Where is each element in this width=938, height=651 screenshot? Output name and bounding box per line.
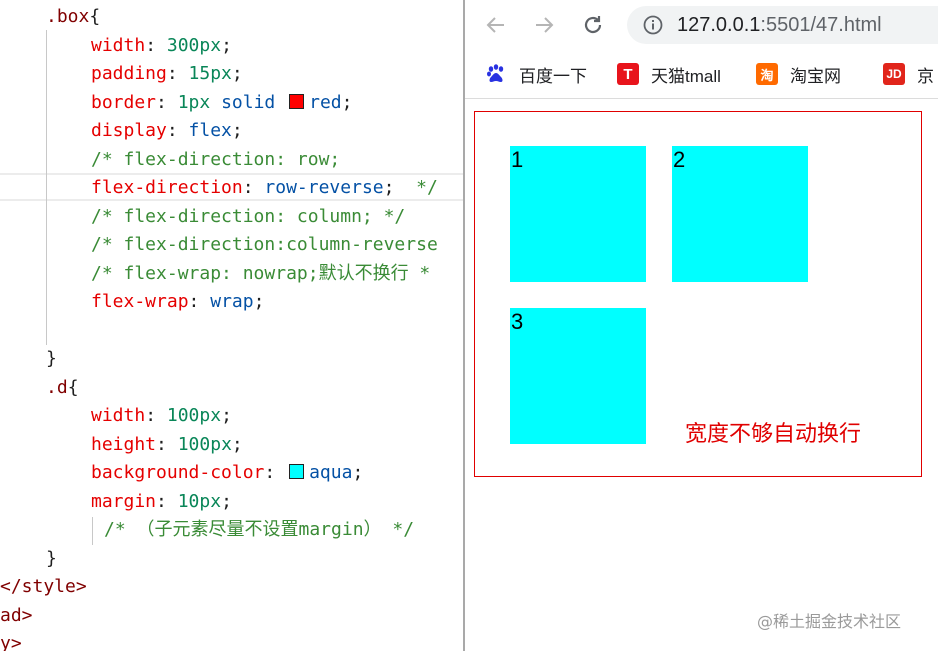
address-bar[interactable]: 127.0.0.1:5501/47.html — [627, 6, 938, 44]
bookmark-tmall[interactable]: T 天猫tmall — [617, 61, 721, 87]
code-line[interactable]: ad> — [0, 602, 33, 630]
code-line[interactable]: background-color: aqua; — [91, 459, 363, 487]
code-line[interactable]: } — [46, 345, 57, 373]
reload-icon[interactable] — [580, 12, 606, 38]
html-tag: </style> — [0, 576, 87, 597]
info-icon[interactable] — [643, 15, 663, 39]
flex-container-box: 1 2 3 宽度不够自动换行 — [474, 111, 922, 477]
code-line[interactable]: /* （子元素尽量不设置margin） */ — [104, 516, 414, 544]
css-value: row-reverse — [264, 177, 384, 198]
baidu-paw-icon — [485, 63, 507, 85]
code-comment: /* flex-direction: row; — [91, 149, 341, 170]
code-comment: /* flex-direction: column; */ — [91, 206, 406, 227]
flex-item: 2 — [672, 146, 808, 282]
annotation-text: 宽度不够自动换行 — [685, 422, 862, 447]
css-property: flex-wrap — [91, 291, 189, 312]
css-value: 15px — [188, 63, 232, 84]
browser-window: 127.0.0.1:5501/47.html 百度一下 T 天猫tmall 淘 … — [465, 0, 938, 651]
html-tag: ad> — [0, 605, 33, 626]
code-line[interactable]: width: 100px; — [91, 402, 232, 430]
code-line[interactable]: height: 100px; — [91, 431, 243, 459]
css-value: flex — [188, 120, 232, 141]
code-line[interactable]: /* flex-wrap: nowrap;默认不换行 * — [91, 260, 430, 288]
css-value: 10px — [177, 491, 222, 512]
code-line[interactable]: .d{ — [46, 374, 79, 402]
code-comment: /* flex-direction:column-reverse — [91, 234, 438, 255]
code-line[interactable]: } — [46, 545, 57, 573]
page-viewport: 1 2 3 宽度不够自动换行 @稀土掘金技术社区 — [465, 99, 938, 651]
css-selector: .box — [46, 6, 90, 27]
css-value: 300px — [166, 35, 222, 56]
code-comment: /* flex-wrap: nowrap;默认不换行 * — [91, 263, 431, 284]
code-editor[interactable]: .box{ width: 300px; padding: 15px; borde… — [0, 0, 463, 651]
code-line[interactable]: width: 300px; — [91, 32, 232, 60]
code-line[interactable]: /* flex-direction:column-reverse — [91, 231, 438, 259]
html-tag: y> — [0, 633, 22, 651]
flex-item: 3 — [510, 308, 646, 444]
code-comment: /* （子元素尽量不设置margin） */ — [104, 519, 415, 540]
code-line[interactable]: /* flex-direction: row; — [91, 146, 340, 174]
css-property: width — [91, 35, 146, 56]
bookmark-jd[interactable]: JD 京 — [883, 61, 934, 87]
code-line[interactable]: .box{ — [46, 3, 100, 31]
css-value: 100px — [166, 405, 222, 426]
css-property: background-color — [91, 462, 265, 483]
bookmark-taobao[interactable]: 淘 淘宝网 — [756, 61, 841, 87]
code-line[interactable]: padding: 15px; — [91, 60, 243, 88]
jd-icon: JD — [883, 63, 905, 85]
css-property: height — [91, 434, 157, 455]
forward-arrow-icon[interactable] — [531, 12, 557, 38]
css-property: flex-direction — [91, 177, 243, 198]
css-property: padding — [91, 63, 167, 84]
code-line[interactable]: y> — [0, 630, 22, 651]
css-value: aqua — [309, 462, 353, 483]
watermark: @稀土掘金技术社区 — [757, 612, 902, 631]
indent-guide — [46, 30, 47, 345]
css-property: width — [91, 405, 146, 426]
css-selector: .d — [46, 377, 68, 398]
code-line[interactable]: margin: 10px; — [91, 488, 232, 516]
flex-item: 1 — [510, 146, 646, 282]
code-line[interactable]: flex-wrap: wrap; — [91, 288, 264, 316]
css-property: display — [91, 120, 167, 141]
bookmarks-bar: 百度一下 T 天猫tmall 淘 淘宝网 JD 京 — [465, 50, 938, 99]
code-line[interactable]: </style> — [0, 573, 87, 601]
css-property: margin — [91, 491, 157, 512]
tmall-icon: T — [617, 63, 639, 85]
taobao-icon: 淘 — [756, 63, 778, 85]
back-arrow-icon[interactable] — [483, 12, 509, 38]
bookmark-baidu[interactable]: 百度一下 — [485, 61, 587, 87]
url-text: 127.0.0.1:5501/47.html — [677, 14, 882, 36]
code-line[interactable]: border: 1px solid red; — [91, 89, 352, 117]
color-swatch-red[interactable] — [289, 94, 305, 109]
css-value: wrap — [210, 291, 254, 312]
code-line[interactable]: /* flex-direction: column; */ — [91, 203, 405, 231]
code-line[interactable]: flex-direction: row-reverse; */ — [91, 174, 438, 202]
color-swatch-aqua[interactable] — [289, 464, 305, 479]
css-property: border — [91, 92, 157, 113]
css-value: 100px — [177, 434, 232, 455]
code-line[interactable]: display: flex; — [91, 117, 243, 145]
indent-guide — [92, 517, 93, 545]
browser-toolbar: 127.0.0.1:5501/47.html — [465, 0, 938, 50]
